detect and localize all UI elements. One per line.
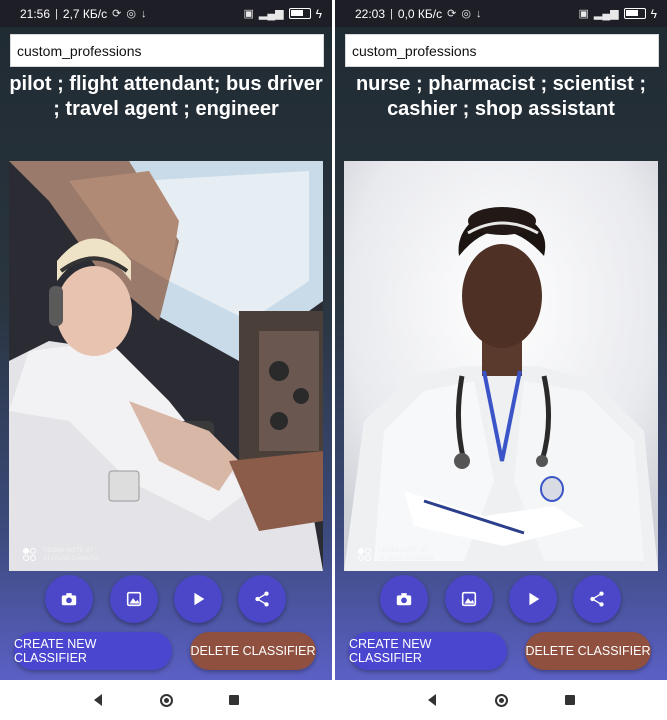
delete-classifier-button[interactable]: DELETE CLASSIFIER xyxy=(190,632,316,670)
share-icon xyxy=(255,591,269,607)
status-time: 21:56 xyxy=(20,6,51,21)
status-bar: 22:03 | 0,0 КБ/с ⟳ ◎ ↓ ▣ ▂▄▆ ϟ xyxy=(335,0,667,27)
classifier-name-input[interactable]: custom_professions xyxy=(345,34,659,67)
back-button[interactable] xyxy=(424,692,440,708)
create-new-classifier-button[interactable]: CREATE NEW CLASSIFIER xyxy=(349,632,507,670)
create-new-classifier-button[interactable]: CREATE NEW CLASSIFIER xyxy=(14,632,172,670)
play-icon xyxy=(529,592,540,606)
sync-icon: ⟳ xyxy=(447,8,457,20)
play-button[interactable] xyxy=(174,575,222,623)
network-speed: 2,7 КБ/с xyxy=(62,6,108,21)
watermark-logo-icon xyxy=(23,548,37,562)
status-time: 22:03 xyxy=(355,6,386,21)
back-triangle-icon xyxy=(94,694,102,706)
battery-icon xyxy=(623,8,646,19)
gallery-button[interactable] xyxy=(110,575,158,623)
signal-icon: ▂▄▆ xyxy=(258,8,284,20)
camera-icon xyxy=(61,593,77,606)
vpn-icon: ◎ xyxy=(461,8,471,20)
play-button[interactable] xyxy=(509,575,557,623)
status-bar: 21:56 | 2,7 КБ/с ⟳ ◎ ↓ ▣ ▂▄▆ ϟ xyxy=(0,0,332,27)
screenshot-pair: 21:56 | 2,7 КБ/с ⟳ ◎ ↓ ▣ ▂▄▆ ϟ custom_pr… xyxy=(0,0,667,720)
share-button[interactable] xyxy=(573,575,621,623)
wifi-calling-icon: ▣ xyxy=(243,8,254,20)
home-circle-icon xyxy=(159,693,173,707)
sync-icon: ⟳ xyxy=(112,8,122,20)
vpn-icon: ◎ xyxy=(126,8,136,20)
class-labels-text: pilot ; flight attendant; bus driver ; t… xyxy=(9,73,323,120)
class-labels-text: nurse ; pharmacist ; scientist ; cashier… xyxy=(355,73,647,120)
home-button[interactable] xyxy=(158,692,174,708)
left-phone-screen: 21:56 | 2,7 КБ/с ⟳ ◎ ↓ ▣ ▂▄▆ ϟ custom_pr… xyxy=(0,0,332,680)
gallery-icon xyxy=(461,591,477,607)
play-icon xyxy=(194,592,205,606)
recents-button[interactable] xyxy=(562,692,578,708)
network-speed: 0,0 КБ/с xyxy=(397,6,443,21)
recents-square-icon xyxy=(229,695,239,705)
pilot-in-cockpit-photo: REDMI NOTE 8T AI QUAD CAMERA xyxy=(9,161,323,571)
charging-icon: ϟ xyxy=(650,6,657,21)
right-phone-screen: 22:03 | 0,0 КБ/с ⟳ ◎ ↓ ▣ ▂▄▆ ϟ custom_pr… xyxy=(335,0,667,680)
system-navigation-bar xyxy=(0,680,667,720)
wifi-calling-icon: ▣ xyxy=(578,8,589,20)
watermark-logo-icon xyxy=(358,548,372,562)
download-icon: ↓ xyxy=(140,7,147,20)
charging-icon: ϟ xyxy=(315,6,322,21)
delete-classifier-button[interactable]: DELETE CLASSIFIER xyxy=(525,632,651,670)
share-icon xyxy=(590,591,604,607)
gallery-icon xyxy=(126,591,142,607)
gallery-button[interactable] xyxy=(445,575,493,623)
classifier-name-input[interactable]: custom_professions xyxy=(10,34,324,67)
camera-button[interactable] xyxy=(45,575,93,623)
nurse-with-stethoscope-photo: REDMI NOTE 8T AI QUAD CAMERA xyxy=(344,161,658,571)
share-button[interactable] xyxy=(238,575,286,623)
recents-square-icon xyxy=(565,695,575,705)
signal-icon: ▂▄▆ xyxy=(593,8,619,20)
camera-watermark: REDMI NOTE 8T AI QUAD CAMERA xyxy=(23,547,99,563)
camera-button[interactable] xyxy=(380,575,428,623)
back-triangle-icon xyxy=(428,694,436,706)
battery-icon xyxy=(288,8,311,19)
back-button[interactable] xyxy=(90,692,106,708)
home-circle-icon xyxy=(494,693,508,707)
camera-watermark: REDMI NOTE 8T AI QUAD CAMERA xyxy=(358,547,434,563)
home-button[interactable] xyxy=(493,692,509,708)
recents-button[interactable] xyxy=(226,692,242,708)
camera-icon xyxy=(396,593,412,606)
download-icon: ↓ xyxy=(475,7,482,20)
